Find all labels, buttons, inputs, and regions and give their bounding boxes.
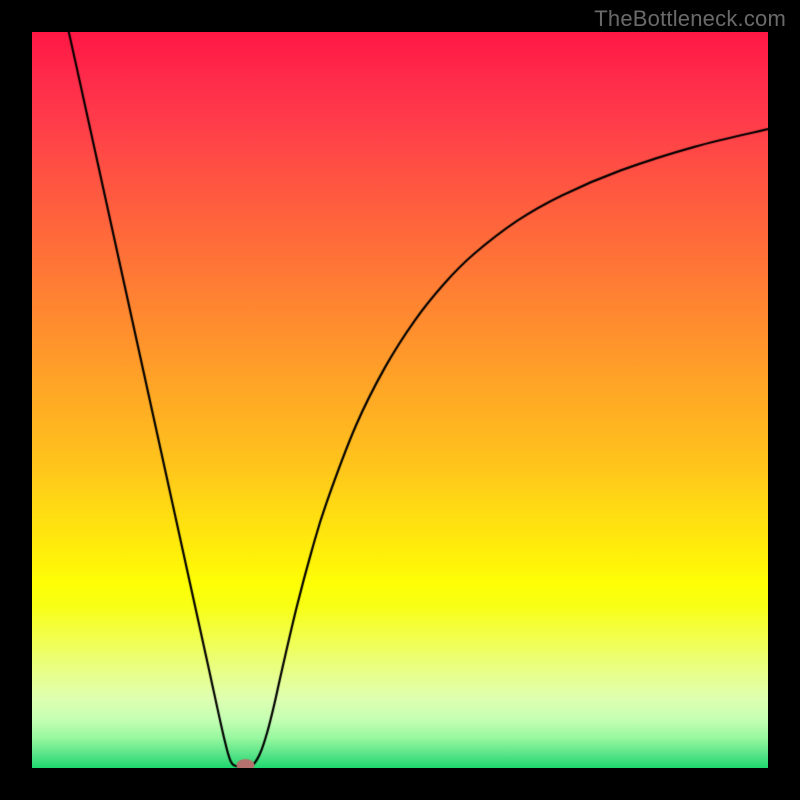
bottleneck-curve-canvas	[32, 32, 768, 768]
plot-area	[32, 32, 768, 768]
watermark-label: TheBottleneck.com	[594, 6, 786, 32]
chart-frame: TheBottleneck.com	[0, 0, 800, 800]
